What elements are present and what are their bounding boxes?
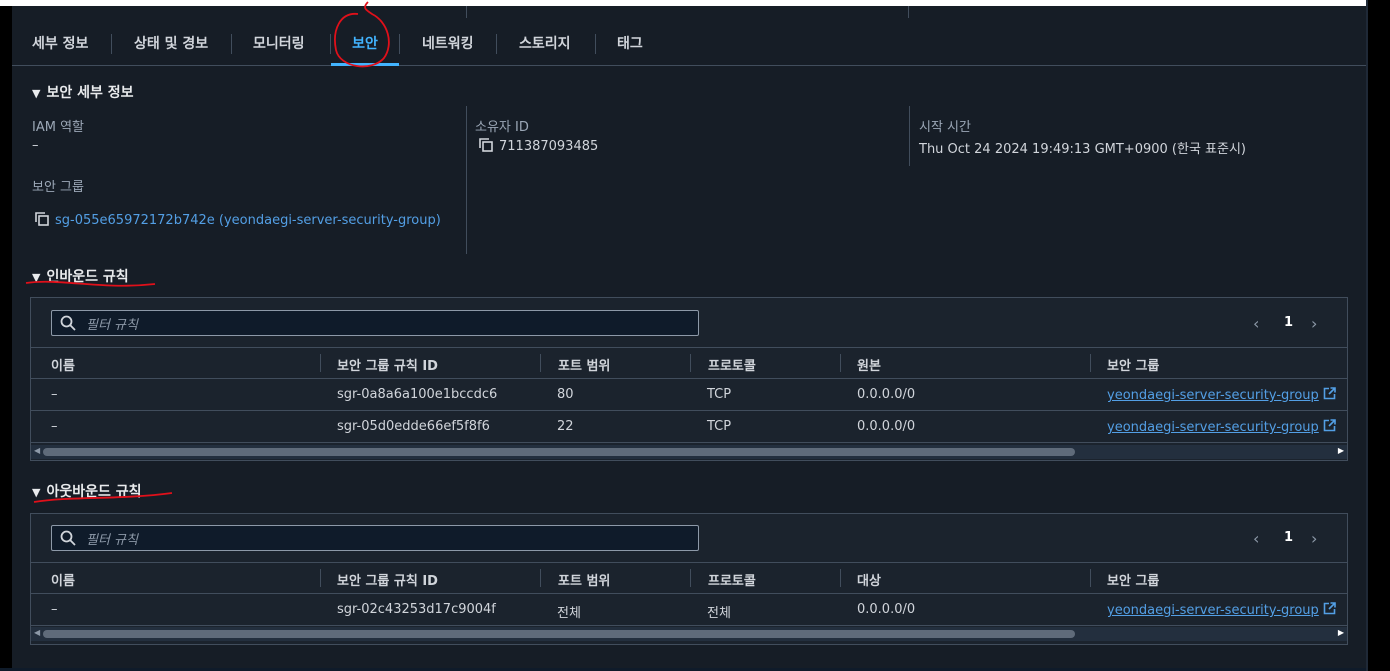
iam-role-label: IAM 역할 (32, 120, 84, 135)
cell-port: 전체 (557, 606, 581, 621)
table-row[interactable]: – sgr-05d0edde66ef5f8f6 22 TCP 0.0.0.0/0… (31, 411, 1347, 443)
cell-protocol: 전체 (707, 606, 731, 621)
search-placeholder: 필터 규칙 (86, 318, 138, 333)
caret-down-icon: ▼ (32, 87, 41, 100)
cell-rule-id: sgr-02c43253d17c9004f (337, 602, 496, 617)
col-name[interactable]: 이름 (51, 355, 75, 374)
cell-port: 80 (557, 387, 574, 402)
cell-rule-id: sgr-05d0edde66ef5f8f6 (337, 419, 490, 434)
tab-status-alarms[interactable]: 상태 및 경보 (134, 25, 208, 63)
cell-destination: 0.0.0.0/0 (857, 602, 916, 617)
tab-bar: 세부 정보 상태 및 경보 모니터링 보안 네트워킹 스토리지 태그 (12, 25, 1366, 66)
iam-role-value: – (32, 138, 39, 153)
top-strip (12, 6, 1366, 25)
cell-protocol: TCP (707, 419, 732, 434)
cell-rule-id: sgr-0a8a6a100e1bccdc6 (337, 387, 498, 402)
chevron-left-icon[interactable]: ‹ (1253, 314, 1259, 333)
launch-time-value: Thu Oct 24 2024 19:49:13 GMT+0900 (한국 표준… (919, 142, 1246, 157)
col-protocol[interactable]: 프로토콜 (708, 570, 756, 589)
scrollbar-thumb[interactable] (43, 630, 1075, 638)
external-link-icon (1323, 602, 1336, 615)
outbound-search-input[interactable]: 필터 규칙 (51, 525, 699, 551)
caret-down-icon: ▼ (32, 486, 41, 499)
outbound-rules-header[interactable]: ▼ 아웃바운드 규칙 (32, 481, 142, 501)
security-group-link[interactable]: yeondaegi-server-security-group (1107, 602, 1336, 618)
security-details-header[interactable]: ▼ 보안 세부 정보 (32, 82, 134, 102)
col-rule-id[interactable]: 보안 그룹 규칙 ID (337, 570, 438, 589)
col-name[interactable]: 이름 (51, 570, 75, 589)
outbound-header-row: 이름 보안 그룹 규칙 ID 포트 범위 프로토콜 대상 보안 그룹 (31, 562, 1347, 594)
col-rule-id[interactable]: 보안 그룹 규칙 ID (337, 355, 438, 374)
tab-networking[interactable]: 네트워킹 (422, 25, 474, 63)
chevron-left-icon[interactable]: ‹ (1253, 529, 1259, 548)
security-group-link[interactable]: yeondaegi-server-security-group (1107, 419, 1336, 435)
table-row[interactable]: – sgr-0a8a6a100e1bccdc6 80 TCP 0.0.0.0/0… (31, 379, 1347, 411)
inbound-search-input[interactable]: 필터 규칙 (51, 310, 699, 336)
security-group-link[interactable]: sg-055e65972172b742e (yeondaegi-server-s… (35, 212, 441, 228)
col-port-range[interactable]: 포트 범위 (558, 570, 610, 589)
cell-name: – (51, 419, 58, 434)
chevron-right-icon[interactable]: › (1311, 314, 1317, 333)
tab-details[interactable]: 세부 정보 (32, 25, 88, 63)
cell-name: – (51, 602, 58, 617)
cell-source: 0.0.0.0/0 (857, 419, 916, 434)
col-security-group[interactable]: 보안 그룹 (1107, 570, 1159, 589)
col-protocol[interactable]: 프로토콜 (708, 355, 756, 374)
cell-protocol: TCP (707, 387, 732, 402)
copy-icon[interactable] (479, 138, 493, 152)
search-icon (60, 315, 76, 331)
cell-port: 22 (557, 419, 574, 434)
search-icon (60, 530, 76, 546)
col-destination[interactable]: 대상 (857, 570, 881, 589)
search-placeholder: 필터 규칙 (86, 533, 138, 548)
col-security-group[interactable]: 보안 그룹 (1107, 355, 1159, 374)
security-group-link[interactable]: yeondaegi-server-security-group (1107, 387, 1336, 403)
page-number[interactable]: 1 (1284, 315, 1293, 330)
scroll-left-icon[interactable]: ◀ (34, 628, 40, 637)
col-source[interactable]: 원본 (857, 355, 881, 374)
horizontal-scrollbar[interactable]: ◀ ▶ (31, 445, 1347, 459)
security-groups-label: 보안 그룹 (32, 180, 84, 195)
outbound-pagination: ‹ 1 › (1253, 529, 1333, 549)
caret-down-icon: ▼ (32, 271, 41, 284)
external-link-icon (1323, 419, 1336, 432)
copy-icon[interactable] (35, 212, 49, 226)
col-port-range[interactable]: 포트 범위 (558, 355, 610, 374)
scroll-right-icon[interactable]: ▶ (1338, 628, 1344, 637)
inbound-header-row: 이름 보안 그룹 규칙 ID 포트 범위 프로토콜 원본 보안 그룹 (31, 347, 1347, 379)
horizontal-scrollbar[interactable]: ◀ ▶ (31, 627, 1347, 641)
cell-source: 0.0.0.0/0 (857, 387, 916, 402)
owner-id-value: 711387093485 (479, 138, 598, 154)
page-number[interactable]: 1 (1284, 530, 1293, 545)
tab-security[interactable]: 보안 (331, 25, 399, 66)
scrollbar-thumb[interactable] (43, 448, 1075, 456)
inbound-pagination: ‹ 1 › (1253, 314, 1333, 334)
outbound-rules-table: 필터 규칙 ‹ 1 › 이름 보안 그룹 규칙 ID 포트 범위 프로토콜 대상… (30, 513, 1348, 645)
tab-tags[interactable]: 태그 (617, 25, 643, 63)
cell-name: – (51, 387, 58, 402)
chevron-right-icon[interactable]: › (1311, 529, 1317, 548)
scroll-right-icon[interactable]: ▶ (1338, 446, 1344, 455)
owner-id-label: 소유자 ID (475, 120, 529, 135)
scroll-left-icon[interactable]: ◀ (34, 446, 40, 455)
external-link-icon (1323, 387, 1336, 400)
tab-monitoring[interactable]: 모니터링 (253, 25, 305, 63)
table-row[interactable]: – sgr-02c43253d17c9004f 전체 전체 0.0.0.0/0 … (31, 594, 1347, 626)
inbound-rules-table: 필터 규칙 ‹ 1 › 이름 보안 그룹 규칙 ID 포트 범위 프로토콜 원본… (30, 297, 1348, 461)
tab-storage[interactable]: 스토리지 (519, 25, 571, 63)
launch-time-label: 시작 시간 (919, 120, 971, 135)
right-gutter (1368, 0, 1390, 671)
inbound-rules-header[interactable]: ▼ 인바운드 규칙 (32, 266, 129, 286)
